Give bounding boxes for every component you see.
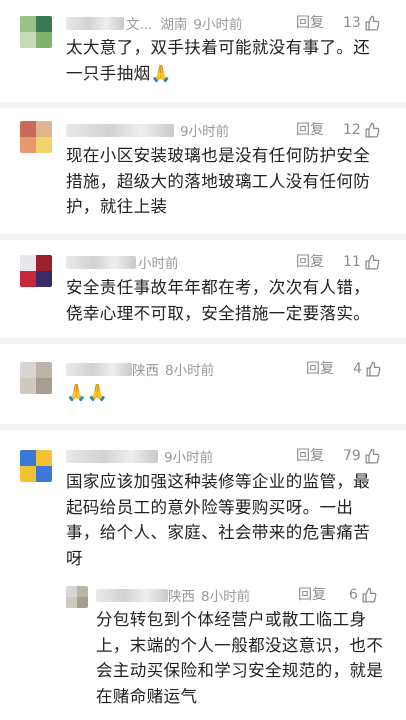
timestamp: 小时前	[138, 256, 179, 272]
divider	[0, 234, 406, 240]
location: 陕西	[132, 363, 159, 379]
divider	[0, 102, 406, 108]
like-count: 11	[343, 254, 361, 270]
thumbs-up-icon	[365, 254, 380, 270]
comment-meta: 小时前	[66, 251, 179, 273]
timestamp: 9小时前	[193, 17, 243, 33]
reply-button[interactable]: 回复	[298, 584, 326, 606]
username-blurred[interactable]	[66, 362, 132, 376]
like-button[interactable]: 79	[343, 445, 381, 467]
comment-meta: 文... 湖南 9小时前	[66, 12, 242, 34]
comment-meta: 陕西 8小时前	[66, 358, 214, 380]
reply-button[interactable]: 回复	[296, 119, 324, 141]
comment-meta: 陕西 8小时前	[96, 584, 250, 606]
thumbs-up-icon	[365, 448, 380, 464]
username-blurred[interactable]	[66, 16, 124, 30]
location: 陕西	[168, 589, 195, 605]
comment-text: 🙏🙏	[66, 383, 108, 402]
timestamp: 8小时前	[165, 363, 215, 379]
thumbs-up-icon	[365, 122, 380, 138]
timestamp: 9小时前	[164, 450, 214, 466]
like-count: 13	[343, 15, 361, 31]
like-button[interactable]: 13	[343, 12, 381, 34]
avatar[interactable]	[66, 586, 88, 608]
comment-text: 太大意了，双手扶着可能就没有事了。还一只手抽烟🙏	[66, 38, 371, 83]
like-button[interactable]: 4	[353, 358, 382, 380]
reply-button[interactable]: 回复	[296, 12, 324, 34]
location: 湖南	[160, 17, 188, 33]
divider	[0, 424, 406, 430]
username-blurred[interactable]	[66, 449, 158, 463]
comment-meta: 9小时前	[66, 445, 213, 467]
avatar[interactable]	[20, 16, 52, 48]
like-count: 6	[349, 587, 358, 603]
like-count: 4	[353, 361, 362, 377]
reply-button[interactable]: 回复	[296, 251, 324, 273]
username-blurred[interactable]	[96, 588, 168, 602]
like-count: 12	[343, 122, 361, 138]
timestamp: 8小时前	[201, 589, 251, 605]
reply-button[interactable]: 回复	[296, 445, 324, 467]
avatar[interactable]	[20, 121, 52, 153]
comment-text: 分包转包到个体经营户或散工临工身上，末端的个人一般都没这意识，也不会主动买保险和…	[96, 610, 384, 706]
comment-text: 国家应该加强这种装修等企业的监管，最起码给员工的意外险等要购买呀。一出事，给个人…	[66, 472, 371, 568]
like-count: 79	[343, 448, 361, 464]
username-blurred[interactable]	[66, 123, 174, 137]
comment-meta: 9小时前	[66, 119, 229, 141]
avatar[interactable]	[20, 362, 52, 394]
thumbs-up-icon	[362, 587, 377, 603]
reply-button[interactable]: 回复	[306, 358, 334, 380]
username-blurred[interactable]	[66, 255, 136, 269]
like-button[interactable]: 11	[343, 251, 381, 273]
username-suffix[interactable]: 文...	[126, 13, 152, 33]
divider	[0, 338, 406, 344]
thumbs-up-icon	[366, 361, 381, 377]
avatar[interactable]	[20, 450, 52, 482]
timestamp: 9小时前	[180, 124, 230, 140]
comment-text: 安全责任事故年年都在考，次次有人错，侥幸心理不可取，安全措施一定要落实。	[66, 278, 371, 323]
comment-text: 现在小区安装玻璃也是没有任何防护安全措施，超级大的落地玻璃工人没有任何防护，就往…	[66, 146, 371, 216]
like-button[interactable]: 6	[349, 584, 378, 606]
avatar[interactable]	[20, 255, 52, 287]
like-button[interactable]: 12	[343, 119, 381, 141]
thumbs-up-icon	[365, 15, 380, 31]
